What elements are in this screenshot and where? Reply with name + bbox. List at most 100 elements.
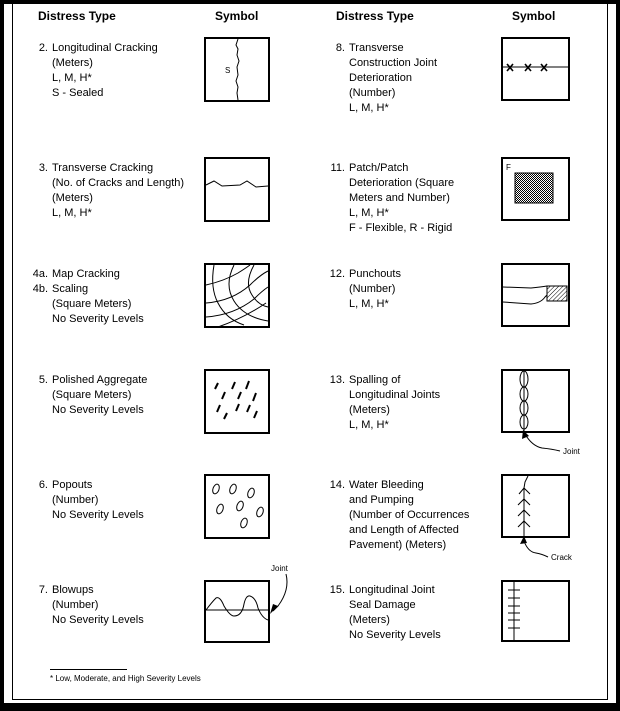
inner-border-right bbox=[607, 4, 608, 699]
distress-detail: L, M, H* bbox=[349, 102, 389, 114]
distress-detail: No Severity Levels bbox=[52, 404, 144, 416]
distress-entry: 12. Punchouts (Number) L, M, H* bbox=[330, 267, 401, 312]
footnote-rule bbox=[50, 669, 127, 670]
distress-name: Polished Aggregate bbox=[52, 374, 148, 386]
distress-name: Patch/Patch bbox=[349, 162, 409, 174]
distress-detail: (Number) bbox=[349, 283, 396, 295]
distress-detail: Deterioration bbox=[349, 72, 412, 84]
distress-number: 15. bbox=[329, 584, 345, 596]
distress-detail: (Number) bbox=[52, 494, 99, 506]
distress-detail: Pavement) (Meters) bbox=[349, 539, 447, 551]
distress-detail: (Meters) bbox=[349, 614, 390, 626]
distress-detail: L, M, H* bbox=[349, 207, 389, 219]
distress-detail: L, M, H* bbox=[52, 207, 92, 219]
distress-detail: No Severity Levels bbox=[52, 509, 144, 521]
distress-number: 4a. bbox=[32, 268, 48, 280]
distress-detail: No Severity Levels bbox=[349, 629, 441, 641]
distress-entry: 2. Longitudinal Cracking (Meters) L, M, H* S… bbox=[39, 41, 158, 101]
distress-detail: (Meters) bbox=[52, 192, 93, 204]
distress-number: 14. bbox=[329, 479, 345, 491]
distress-entry: 15. Longitudinal Joint Seal Damage (Meters)… bbox=[330, 583, 441, 643]
distress-name: Transverse Cracking bbox=[52, 162, 154, 174]
distress-detail: (Number) bbox=[349, 87, 396, 99]
joint-deterioration-symbol bbox=[501, 37, 570, 101]
distress-detail: (Number) bbox=[52, 599, 99, 611]
inner-border-bottom bbox=[12, 699, 608, 700]
blowups-symbol bbox=[204, 580, 270, 643]
distress-detail: No Severity Levels bbox=[52, 614, 144, 626]
popouts-symbol bbox=[204, 474, 270, 539]
transverse-crack-symbol bbox=[204, 157, 270, 222]
header-symbol-left: Symbol bbox=[215, 9, 259, 23]
distress-detail: L, M, H* bbox=[349, 419, 389, 431]
crack-arrow-icon bbox=[520, 536, 549, 558]
distress-detail: Longitudinal Joints bbox=[349, 389, 441, 401]
distress-name: Blowups bbox=[52, 584, 94, 596]
distress-detail: S - Sealed bbox=[52, 87, 104, 99]
distress-symbol-chart: Distress Type Symbol Distress Type Symbo… bbox=[0, 0, 620, 711]
joint-callout-label: Joint bbox=[271, 564, 288, 573]
distress-name: Water Bleeding bbox=[349, 479, 424, 491]
spalling-symbol bbox=[501, 369, 570, 433]
distress-number: 7. bbox=[38, 584, 48, 596]
distress-detail: Seal Damage bbox=[349, 599, 416, 611]
joint-arrow-icon bbox=[270, 573, 288, 614]
distress-number: 13. bbox=[329, 374, 345, 386]
distress-name: Transverse bbox=[349, 42, 404, 54]
distress-detail: Scaling bbox=[52, 283, 89, 295]
water-bleeding-symbol bbox=[501, 474, 570, 538]
distress-number: 3. bbox=[38, 162, 48, 174]
distress-name: Map Cracking bbox=[52, 268, 120, 280]
distress-detail: Construction Joint bbox=[349, 57, 438, 69]
distress-detail: Meters and Number) bbox=[349, 192, 450, 204]
distress-number: 12. bbox=[329, 268, 345, 280]
distress-detail: No Severity Levels bbox=[52, 313, 144, 325]
distress-name: Spalling of bbox=[349, 374, 401, 386]
distress-entry: 14. Water Bleeding and Pumping (Number of O… bbox=[330, 478, 470, 553]
distress-detail: (No. of Cracks and Length) bbox=[52, 177, 185, 189]
sealed-label: S bbox=[225, 66, 230, 75]
distress-name: Punchouts bbox=[349, 268, 401, 280]
distress-name: Longitudinal Cracking bbox=[52, 42, 158, 54]
distress-number: 6. bbox=[38, 479, 48, 491]
punchout-symbol bbox=[501, 263, 570, 327]
patch-symbol: F bbox=[501, 157, 570, 221]
header-distress-type-left: Distress Type bbox=[38, 9, 116, 23]
map-cracking-symbol bbox=[204, 263, 270, 328]
distress-detail: and Pumping bbox=[349, 494, 414, 506]
distress-detail: (Square Meters) bbox=[52, 389, 132, 401]
distress-number: 11. bbox=[330, 162, 345, 174]
distress-entry: 8. Transverse Construction Joint Deteriorat… bbox=[336, 41, 438, 116]
distress-entry: 7. Blowups (Number) No Severity Levels bbox=[39, 583, 144, 628]
distress-name: Popouts bbox=[52, 479, 93, 491]
header-distress-type-right: Distress Type bbox=[336, 9, 414, 23]
joint-seal-damage-symbol bbox=[501, 580, 570, 642]
distress-entry: 6. Popouts (Number) No Severity Levels bbox=[39, 478, 144, 523]
crack-callout-label: Crack bbox=[551, 553, 572, 562]
distress-name: Longitudinal Joint bbox=[349, 584, 435, 596]
distress-entry: 3. Transverse Cracking (No. of Cracks and … bbox=[39, 161, 185, 221]
flexible-label: F bbox=[506, 163, 511, 172]
distress-detail: (Meters) bbox=[52, 57, 93, 69]
distress-entry: 5. Polished Aggregate (Square Meters) No Se… bbox=[39, 373, 148, 418]
distress-detail: L, M, H* bbox=[52, 72, 92, 84]
distress-number: 5. bbox=[38, 374, 48, 386]
longitudinal-crack-symbol: S bbox=[204, 37, 270, 102]
distress-detail: L, M, H* bbox=[349, 298, 389, 310]
header-symbol-right: Symbol bbox=[512, 9, 556, 23]
distress-entry: 13. Spalling of Longitudinal Joints (Meters… bbox=[330, 373, 441, 433]
distress-number-secondary: 4b. bbox=[32, 283, 48, 295]
footnote: * Low, Moderate, and High Severity Level… bbox=[50, 674, 201, 683]
distress-detail: and Length of Affected bbox=[349, 524, 459, 536]
inner-border-left bbox=[12, 4, 13, 699]
spalling-joint-label: Joint bbox=[563, 447, 580, 456]
distress-number: 2. bbox=[38, 42, 48, 54]
distress-detail: F - Flexible, R - Rigid bbox=[349, 222, 453, 234]
distress-detail: Deterioration (Square bbox=[349, 177, 455, 189]
polished-aggregate-symbol bbox=[204, 369, 270, 434]
spalling-joint-arrow-icon bbox=[522, 430, 561, 452]
distress-entry: 11. Patch/Patch Deterioration (Square Meter… bbox=[331, 161, 455, 236]
distress-detail: (Number of Occurrences bbox=[349, 509, 470, 521]
distress-detail: (Square Meters) bbox=[52, 298, 132, 310]
distress-entry: 4a. 4b. Map Cracking Scaling (Square Meters)… bbox=[33, 267, 144, 327]
